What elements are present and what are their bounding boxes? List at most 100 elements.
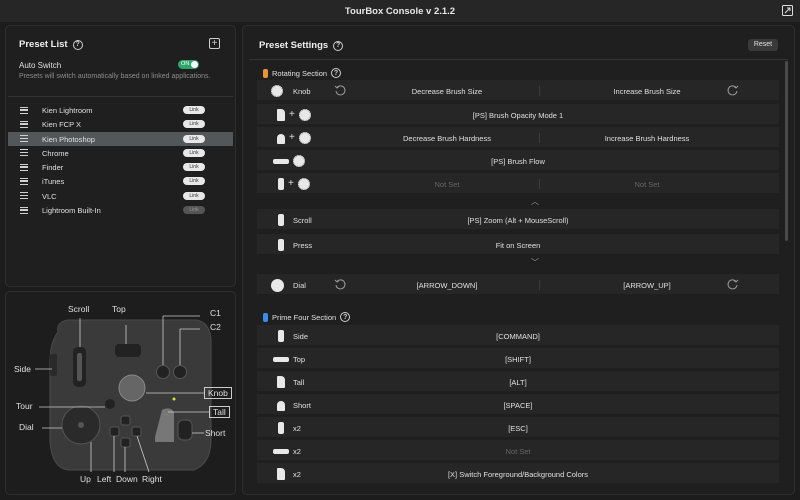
drag-handle-icon[interactable] (20, 177, 28, 185)
preset-item-lightroom-built-in[interactable]: Lightroom Built-In Link (8, 203, 233, 217)
auto-switch-label: Auto Switch (19, 61, 62, 70)
preset-item-finder[interactable]: Finder Link (8, 160, 233, 174)
action-value[interactable]: [ESC] (257, 424, 779, 433)
preset-settings-title: Preset Settings (259, 40, 329, 51)
action-left[interactable]: [ARROW_DOWN] (357, 281, 537, 290)
link-button[interactable]: Link (183, 120, 205, 129)
action-value[interactable]: Fit on Screen (257, 241, 779, 250)
short-button-icon (277, 134, 285, 144)
row-side-knob[interactable]: + Not Set Not Set (257, 173, 779, 194)
auto-switch-description: Presets will switch automatically based … (19, 73, 211, 80)
action-value[interactable]: Not Set (257, 447, 779, 456)
action-right[interactable]: Not Set (547, 180, 747, 189)
label-dial: Dial (19, 422, 34, 432)
auto-switch-toggle[interactable]: ON (178, 60, 199, 69)
help-icon[interactable]: ? (72, 39, 83, 50)
action-value[interactable]: [PS] Zoom (Alt + MouseScroll) (257, 216, 779, 225)
help-icon[interactable]: ? (333, 40, 344, 51)
divider (539, 133, 540, 143)
help-icon[interactable]: ? (340, 312, 351, 322)
action-left[interactable]: Decrease Brush Size (357, 87, 537, 96)
link-button[interactable]: Link (183, 191, 205, 200)
divider (539, 179, 540, 189)
control-icons (271, 85, 283, 97)
preset-item-kien-fcp-x[interactable]: Kien FCP X Link (8, 117, 233, 131)
label-tall: Tall (209, 406, 230, 418)
expand-chevron-icon[interactable]: ﹀ (531, 257, 539, 268)
row-top[interactable]: Top [SHIFT] (257, 348, 779, 369)
add-preset-icon[interactable]: + (209, 38, 220, 49)
action-right[interactable]: [ARROW_UP] (547, 281, 747, 290)
label-tour: Tour (16, 401, 33, 411)
drag-handle-icon[interactable] (20, 192, 28, 200)
label-c2: C2 (210, 322, 221, 332)
window-title: TourBox Console v 2.1.2 (344, 6, 456, 17)
drag-handle-icon[interactable] (20, 120, 28, 128)
reset-button[interactable]: Reset (748, 39, 778, 51)
action-left[interactable]: Not Set (357, 180, 537, 189)
link-button[interactable]: Link (183, 148, 205, 157)
knob-icon (271, 85, 283, 97)
row-tall[interactable]: Tall [ALT] (257, 371, 779, 392)
action-value[interactable]: [X] Switch Foreground/Background Colors (257, 470, 779, 479)
row-tall-double[interactable]: x2 [X] Switch Foreground/Background Colo… (257, 463, 779, 484)
row-short-knob[interactable]: + Decrease Brush Hardness Increase Brush… (257, 127, 779, 148)
preset-item-vlc[interactable]: VLC Link (8, 189, 233, 203)
preset-item-kien-lightroom[interactable]: Kien Lightroom Link (8, 103, 233, 117)
label-up: Up (80, 474, 91, 484)
preset-settings-panel: Preset Settings ? Reset Rotating Section… (242, 25, 795, 495)
row-scroll[interactable]: Scroll [PS] Zoom (Alt + MouseScroll) (257, 209, 779, 230)
link-button[interactable]: Link (183, 134, 205, 143)
action-value[interactable]: [COMMAND] (257, 332, 779, 341)
action-value[interactable]: [PS] Brush Opacity Mode 1 (257, 111, 779, 120)
row-dial[interactable]: Dial [ARROW_DOWN] [ARROW_UP] (257, 274, 779, 295)
plus-icon: + (289, 132, 295, 143)
row-top-knob[interactable]: [PS] Brush Flow (257, 150, 779, 171)
label-down: Down (116, 474, 138, 484)
knob-icon (297, 178, 310, 190)
action-right[interactable]: Increase Brush Hardness (547, 134, 747, 143)
action-value[interactable]: [ALT] (257, 378, 779, 387)
rotating-section-title: Rotating Section ? (263, 68, 342, 78)
row-scroll-press[interactable]: Press Fit on Screen (257, 234, 779, 255)
preset-item-chrome[interactable]: Chrome Link (8, 146, 233, 160)
row-short[interactable]: Short [SPACE] (257, 394, 779, 415)
row-top-double[interactable]: x2 Not Set (257, 440, 779, 461)
preset-item-kien-photoshop[interactable]: Kien Photoshop Link (8, 131, 233, 146)
drag-handle-icon[interactable] (20, 149, 28, 157)
action-value[interactable]: [SHIFT] (257, 355, 779, 364)
preset-list-panel: Preset List ? + Auto Switch ON Presets w… (5, 25, 236, 287)
collapse-chevron-icon[interactable]: ︿ (531, 196, 539, 207)
control-icons (271, 278, 284, 292)
action-value[interactable]: [SPACE] (257, 401, 779, 410)
drag-handle-icon[interactable] (20, 163, 28, 171)
row-side[interactable]: Side [COMMAND] (257, 325, 779, 346)
row-side-double[interactable]: x2 [ESC] (257, 417, 779, 438)
control-label: Dial (293, 281, 306, 290)
help-icon[interactable]: ? (331, 68, 342, 78)
link-button[interactable]: Link (183, 163, 205, 172)
action-value[interactable]: [PS] Brush Flow (257, 157, 779, 166)
action-right[interactable]: Increase Brush Size (547, 87, 747, 96)
preset-item-itunes[interactable]: iTunes Link (8, 174, 233, 188)
label-side: Side (14, 364, 32, 374)
drag-handle-icon[interactable] (20, 206, 28, 214)
action-left[interactable]: Decrease Brush Hardness (357, 134, 537, 143)
drag-handle-icon[interactable] (20, 106, 28, 114)
section-color-marker (263, 68, 268, 78)
row-tall-knob[interactable]: + [PS] Brush Opacity Mode 1 (257, 104, 779, 125)
scrollbar[interactable] (785, 61, 788, 241)
link-button[interactable]: Link (183, 177, 205, 186)
preset-list-header: Preset List ? (19, 39, 83, 50)
section-title-text: Rotating Section (272, 68, 328, 78)
link-button[interactable]: Link (183, 106, 205, 114)
preset-name: Kien FCP X (42, 120, 82, 130)
link-button[interactable]: Link (183, 206, 205, 215)
label-knob: Knob (204, 387, 232, 399)
row-knob-rotate[interactable]: Knob Decrease Brush Size Increase Brush … (257, 80, 779, 101)
exit-fullscreen-icon[interactable] (782, 5, 793, 16)
rotate-ccw-icon (334, 279, 346, 290)
preset-settings-header: Preset Settings ? (259, 40, 344, 51)
control-label: Knob (293, 87, 311, 96)
drag-handle-icon[interactable] (20, 135, 28, 143)
